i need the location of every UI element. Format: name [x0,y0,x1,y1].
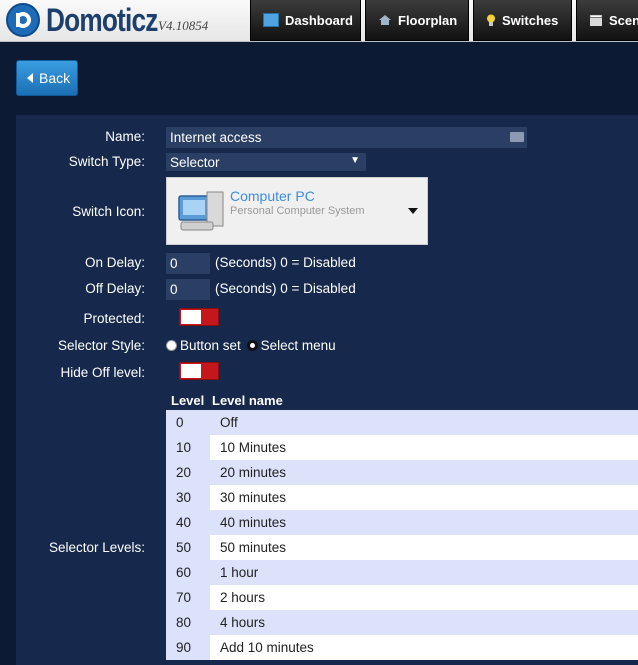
table-row[interactable]: 90 Add 10 minutes [166,635,638,660]
row-level-name: Add 10 minutes [210,635,638,660]
switch-icon-label: Switch Icon: [72,204,145,219]
row-level-name: 40 minutes [210,510,638,535]
domoticz-logo-icon [6,3,40,37]
device-settings-form: Name: Internet access Switch Type: Selec… [16,115,638,665]
lightbulb-icon [486,14,496,26]
header-level: Level [171,393,205,408]
name-value: Internet access [170,130,262,145]
off-delay-label: Off Delay: [85,281,145,296]
table-row[interactable]: 30 30 minutes [166,485,638,510]
row-level-name: 20 minutes [210,460,638,485]
tab-floorplan[interactable]: Floorplan [365,0,469,41]
tab-floorplan-label: Floorplan [398,12,458,28]
table-row[interactable]: 20 20 minutes [166,460,638,485]
tab-dashboard[interactable]: Dashboard [250,0,361,41]
row-level-name: 50 minutes [210,535,638,560]
row-level: 60 [166,560,210,585]
selector-levels-table: Level Level name 0 Off 10 10 Minutes 20 … [166,392,638,660]
row-level: 50 [166,535,210,560]
selector-style-label: Selector Style: [57,338,145,353]
switch-icon-subtitle: Personal Computer System [230,205,365,217]
off-delay-value: 0 [170,282,178,297]
tab-scenes-label: Scen [609,12,638,28]
switch-type-value: Selector [170,154,220,170]
tab-switches-label: Switches [502,12,559,28]
row-level: 90 [166,635,210,660]
row-level: 0 [166,410,210,435]
protected-toggle[interactable] [179,308,219,326]
table-row[interactable]: 60 1 hour [166,560,638,585]
off-delay-note: (Seconds) 0 = Disabled [215,281,356,296]
back-arrow-icon [27,73,33,83]
table-row[interactable]: 80 4 hours [166,610,638,635]
protected-label: Protected: [83,311,145,326]
tab-switches[interactable]: Switches [473,0,572,41]
on-delay-input[interactable]: 0 [166,253,210,274]
row-level-name: 10 Minutes [210,435,638,460]
switch-type-select[interactable]: Selector ▼ [166,153,366,171]
on-delay-note: (Seconds) 0 = Disabled [215,255,356,270]
row-level: 10 [166,435,210,460]
selector-levels-label: Selector Levels: [48,540,145,555]
top-navigation-bar: Domoticz V4.10854 Dashboard Floorplan Sw… [0,0,638,42]
off-delay-input[interactable]: 0 [166,279,210,300]
row-level-name: 2 hours [210,585,638,610]
table-row[interactable]: 50 50 minutes [166,535,638,560]
dashboard-icon [263,13,279,27]
hide-off-level-toggle[interactable] [179,362,219,380]
table-row[interactable]: 0 Off [166,410,638,435]
radio-button-set-label: Button set [180,338,241,353]
back-button[interactable]: Back [16,60,78,96]
row-level: 30 [166,485,210,510]
dropdown-arrow-icon: ▼ [350,155,360,166]
radio-select-menu[interactable] [246,340,258,351]
row-level-name: Off [210,410,638,435]
tab-dashboard-label: Dashboard [285,12,353,28]
row-level-name: 4 hours [210,610,638,635]
tab-scenes[interactable]: Scen [576,0,638,41]
row-level: 80 [166,610,210,635]
app-version: V4.10854 [158,18,209,33]
table-row[interactable]: 70 2 hours [166,585,638,610]
selector-style-options: Button set Select menu [166,338,336,353]
radio-select-menu-label: Select menu [260,338,336,353]
contact-card-icon [510,132,524,142]
table-header: Level Level name [166,392,638,410]
row-level-name: 30 minutes [210,485,638,510]
clapperboard-icon [589,14,603,26]
radio-button-set[interactable] [166,340,177,351]
name-label: Name: [105,129,145,144]
name-input[interactable]: Internet access [166,127,527,148]
row-level: 40 [166,510,210,535]
hide-off-level-label: Hide Off level: [60,365,145,380]
app-logo-text: Domoticz [46,2,158,38]
switch-icon-select[interactable]: Computer PC Personal Computer System [166,177,428,245]
row-level: 70 [166,585,210,610]
switch-icon-title: Computer PC [230,188,315,204]
table-row[interactable]: 10 10 Minutes [166,435,638,460]
caret-down-icon [408,208,418,214]
on-delay-value: 0 [170,256,178,271]
on-delay-label: On Delay: [84,255,145,270]
row-level-name: 1 hour [210,560,638,585]
header-level-name: Level name [212,393,283,408]
switch-type-label: Switch Type: [68,154,145,169]
row-level: 20 [166,460,210,485]
back-button-label: Back [39,70,71,86]
computer-pc-icon [177,186,227,236]
table-row[interactable]: 40 40 minutes [166,510,638,535]
house-icon [378,14,392,26]
